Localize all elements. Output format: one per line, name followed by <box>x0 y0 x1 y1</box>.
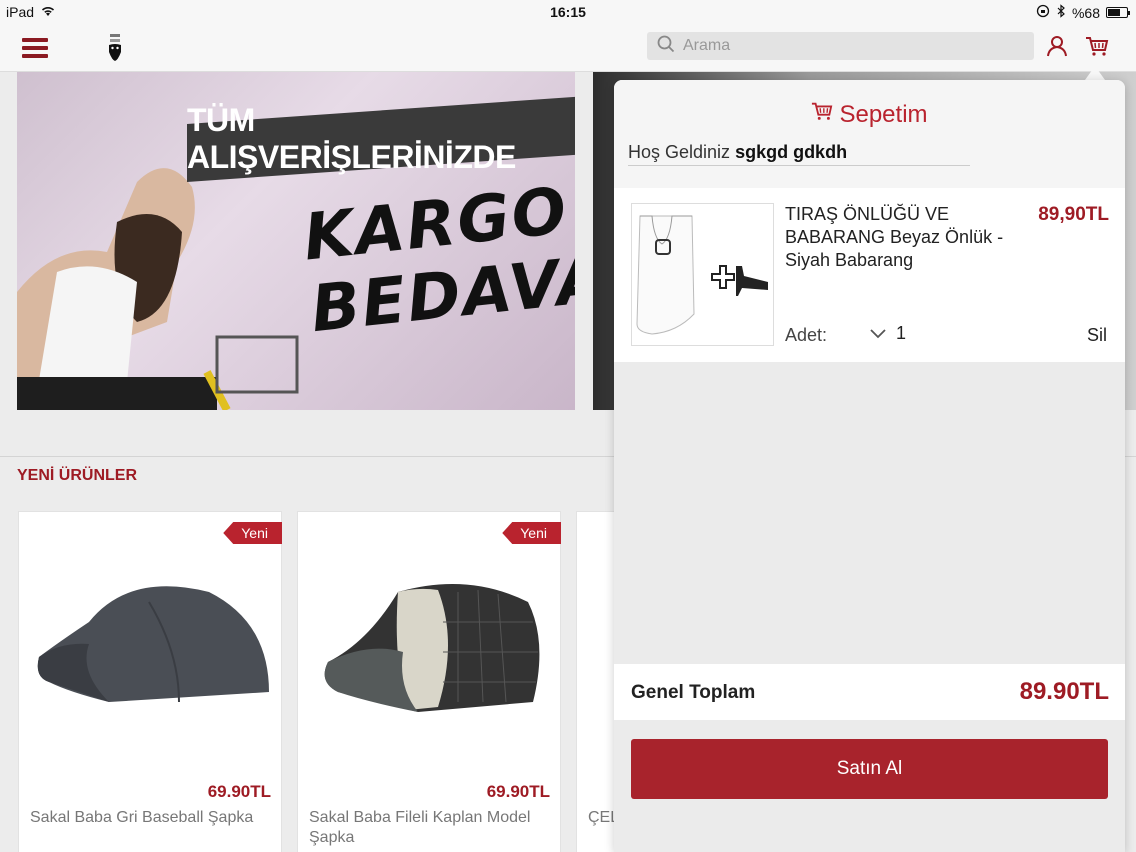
new-badge: Yeni <box>223 522 282 544</box>
product-price: 69.90TL <box>207 782 271 801</box>
cart-item: TIRAŞ ÖNLÜĞÜ VE BABARANG Beyaz Önlük - S… <box>614 188 1125 362</box>
menu-icon[interactable] <box>22 38 48 58</box>
buy-button[interactable]: Satın Al <box>631 739 1108 799</box>
cart-item-price: 89,90TL <box>1038 204 1109 225</box>
product-name[interactable]: Sakal Baba Fileli Kaplan Model Şapka <box>309 808 549 848</box>
cart-spacer <box>614 362 1125 632</box>
product-name[interactable]: Sakal Baba Gri Baseball Şapka <box>30 808 270 828</box>
cart-title: Sepetim <box>614 100 1125 129</box>
product-card[interactable]: Yeni 69.90TL Sakal Baba Fileli Kaplan Mo… <box>297 511 561 852</box>
cart-popover-arrow <box>1085 66 1105 80</box>
promo-banner[interactable]: TÜM ALIŞVERİŞLERİNİZDE KARGO BEDAVA <box>17 72 575 410</box>
section-title: YENİ ÜRÜNLER <box>17 467 138 484</box>
quantity-select[interactable]: 1 <box>870 323 906 344</box>
cart-popover: Sepetim Hoş Geldiniz sgkgd gdkdh TIRAŞ Ö… <box>614 80 1125 852</box>
total-bar: Genel Toplam 89.90TL <box>614 664 1125 720</box>
app-header <box>0 24 1136 72</box>
banner-strip-text: TÜM ALIŞVERİŞLERİNİZDE <box>187 102 516 175</box>
new-badge: Yeni <box>502 522 561 544</box>
product-card[interactable]: Yeni 69.90TL Sakal Baba Gri Baseball Şap… <box>18 511 282 852</box>
rotation-lock-icon <box>1036 4 1050 21</box>
cart-item-image[interactable] <box>631 203 774 346</box>
battery-percent: %68 <box>1071 4 1100 21</box>
product-image <box>324 584 540 712</box>
chevron-down-icon <box>870 323 886 344</box>
banner-model-image <box>17 168 299 410</box>
search-bar[interactable] <box>647 32 1034 60</box>
username: sgkgd gdkdh <box>735 142 848 162</box>
cart-header: Sepetim Hoş Geldiniz sgkgd gdkdh <box>614 80 1125 188</box>
banner-headline: KARGO BEDAVA <box>300 172 575 347</box>
cart-title-text: Sepetim <box>839 100 928 128</box>
clock: 16:15 <box>550 4 586 20</box>
brand-logo[interactable] <box>106 32 124 62</box>
search-icon <box>657 35 675 58</box>
quantity-value: 1 <box>896 323 907 343</box>
product-price: 69.90TL <box>486 782 550 801</box>
banner-strip: TÜM ALIŞVERİŞLERİNİZDE <box>187 96 575 182</box>
product-image <box>37 586 269 703</box>
cart-icon[interactable] <box>1085 34 1109 58</box>
bluetooth-icon <box>1056 4 1066 21</box>
welcome-prefix: Hoş Geldiniz <box>628 142 731 162</box>
remove-button[interactable]: Sil <box>1087 325 1107 346</box>
cart-item-title[interactable]: TIRAŞ ÖNLÜĞÜ VE BABARANG Beyaz Önlük - S… <box>785 203 1005 272</box>
cart-icon <box>811 100 833 129</box>
quantity-label: Adet: <box>785 325 828 345</box>
total-value: 89.90TL <box>1019 678 1109 705</box>
search-input[interactable] <box>683 37 1013 55</box>
welcome-message: Hoş Geldiniz sgkgd gdkdh <box>628 142 970 166</box>
user-icon[interactable] <box>1045 34 1069 58</box>
total-label: Genel Toplam <box>631 682 756 703</box>
status-bar: iPad 16:15 %68 <box>0 0 1136 24</box>
battery-icon <box>1106 7 1130 18</box>
